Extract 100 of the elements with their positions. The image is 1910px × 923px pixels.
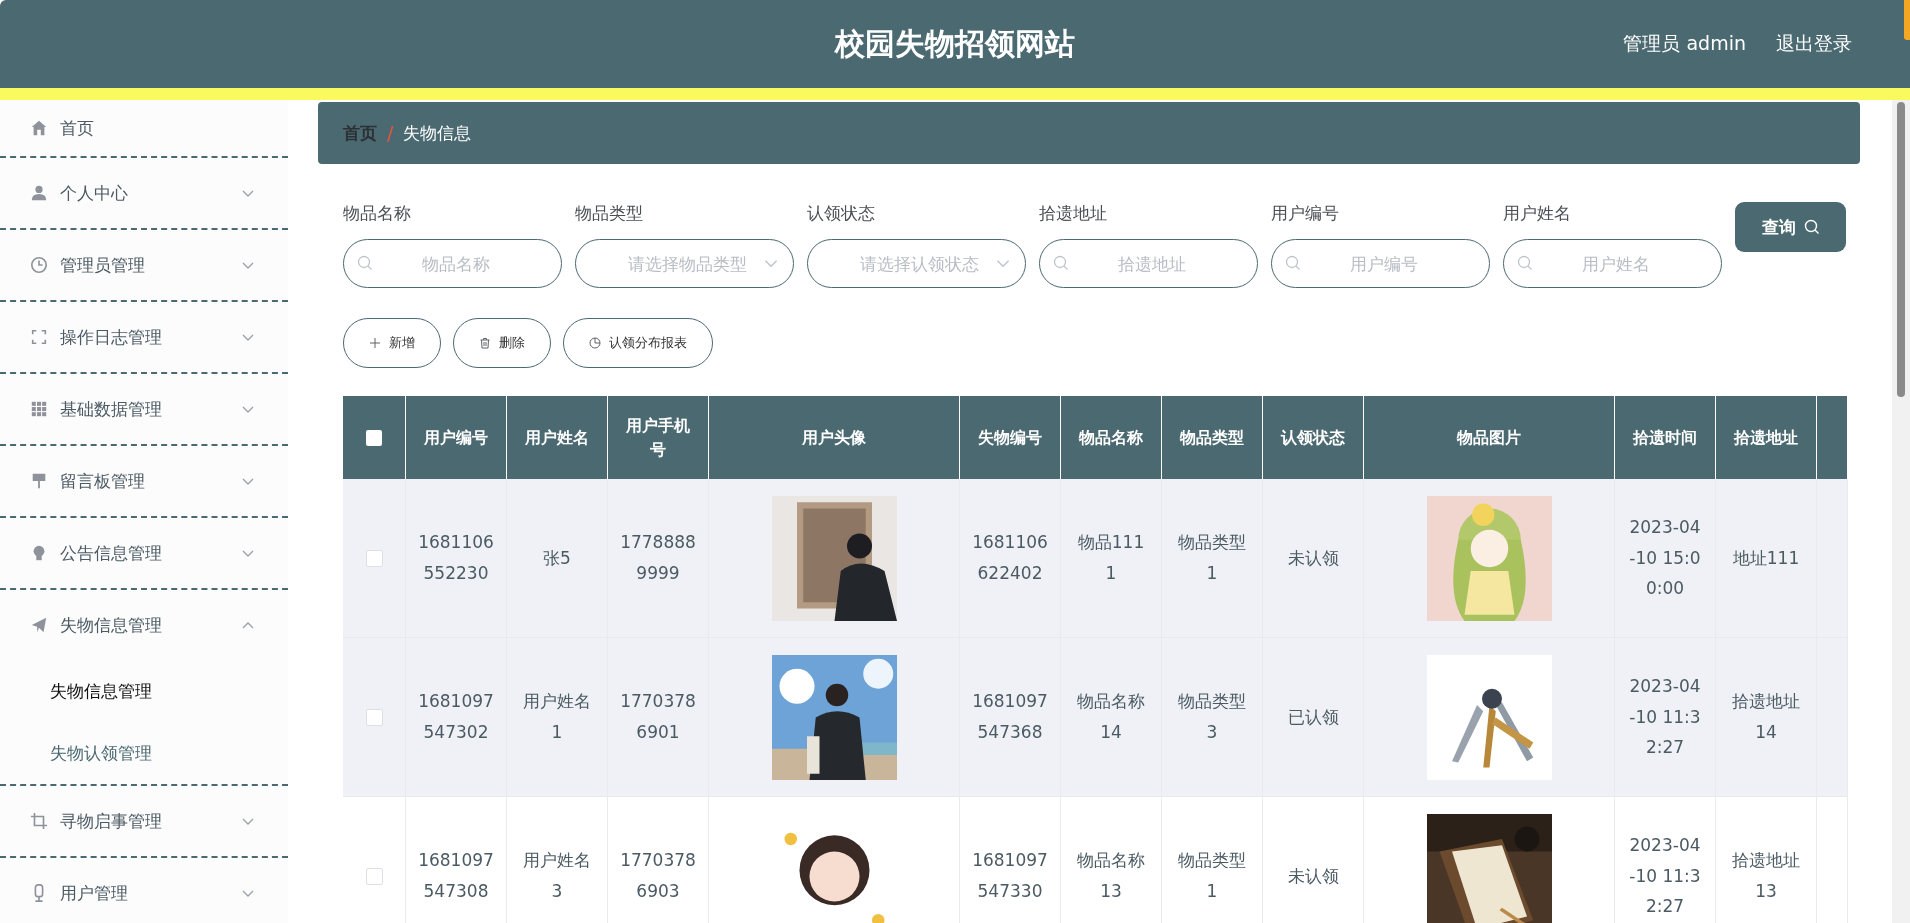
row-checkbox[interactable] [365, 550, 383, 568]
sidebar-item[interactable]: 首页 [0, 100, 288, 156]
trash-icon [479, 337, 491, 349]
table-cell: 17788889999 [620, 532, 696, 583]
frame-icon [30, 328, 48, 346]
grid-icon [30, 400, 48, 418]
chevron-icon [242, 405, 254, 413]
header-cell: 用户手机号 [607, 396, 709, 479]
sidebar-subitem[interactable]: 失物认领管理 [0, 722, 288, 784]
table-cell: 1681106622402 [972, 532, 1048, 583]
delete-button[interactable]: 删除 [453, 318, 551, 368]
search-button[interactable]: 查询 [1735, 202, 1846, 252]
sidebar-item[interactable]: 失物信息管理 [0, 590, 288, 660]
header-cell: 用户姓名 [506, 396, 608, 479]
filter-label: 拾遗地址 [1039, 202, 1108, 225]
chevron-icon [242, 261, 254, 269]
table-cell: 拾遗地址13 [1732, 850, 1800, 901]
chevron-icon [242, 477, 254, 485]
logout-link[interactable]: 退出登录 [1776, 31, 1852, 57]
table-cell: 17703786903 [620, 850, 696, 901]
select-field[interactable]: 请选择认领状态 [807, 239, 1026, 288]
chevron-icon [996, 259, 1010, 268]
table-cell: 物品名称13 [1077, 850, 1145, 901]
filter-label: 用户姓名 [1503, 202, 1572, 225]
corner-mark [1904, 0, 1910, 40]
table-cell: 物品1111 [1077, 532, 1145, 583]
sidebar-item[interactable]: 留言板管理 [0, 446, 288, 516]
header-cell: 用户头像 [708, 396, 960, 479]
pie-chart-icon [589, 337, 601, 349]
table-cell: 未认领 [1287, 547, 1339, 568]
plus-icon [369, 337, 381, 349]
table-cell: 拾遗地址14 [1732, 691, 1800, 742]
crop-icon [30, 812, 48, 830]
table-cell: 2023-04-10 15:00:00 [1629, 517, 1701, 599]
sidebar-item[interactable]: 个人中心 [0, 158, 288, 228]
header-cell: 认领状态 [1262, 396, 1364, 479]
table-cell: 1681097547302 [418, 691, 494, 742]
table-cell: 已认领 [1287, 706, 1339, 727]
table-cell: 未认领 [1287, 865, 1339, 886]
table-cell: 物品类型3 [1178, 691, 1246, 742]
header-cell: 用户编号 [405, 396, 507, 479]
table-cell: 物品类型1 [1178, 532, 1246, 583]
sidebar-item[interactable]: 公告信息管理 [0, 518, 288, 588]
clock-icon [30, 256, 48, 274]
filter-label: 物品名称 [343, 202, 412, 225]
sidebar-subitem[interactable]: 失物信息管理 [0, 660, 288, 722]
chevron-icon [242, 621, 254, 629]
sidebar-item[interactable]: 寻物启事管理 [0, 786, 288, 856]
table-cell: 用户姓名1 [523, 691, 591, 742]
chevron-icon [242, 333, 254, 341]
sidebar-item[interactable]: 管理员管理 [0, 230, 288, 300]
chevron-icon [242, 817, 254, 825]
sidebar-item[interactable]: 操作日志管理 [0, 302, 288, 372]
user-icon [30, 184, 48, 202]
chevron-icon [242, 889, 254, 897]
breadcrumb-link[interactable]: 失物信息 [403, 121, 472, 145]
search-icon [1517, 255, 1533, 271]
row-checkbox[interactable] [365, 868, 383, 886]
home-icon [30, 119, 48, 137]
search-field[interactable]: 用户编号 [1271, 239, 1490, 288]
select-field[interactable]: 请选择物品类型 [575, 239, 794, 288]
table-cell: 17703786901 [620, 691, 696, 742]
table-cell: 2023-04-10 11:32:27 [1629, 676, 1701, 758]
search-icon [357, 255, 373, 271]
header-cell: 拾遗时间 [1614, 396, 1716, 479]
table-cell: 张5 [543, 547, 571, 568]
search-field[interactable]: 用户姓名 [1503, 239, 1722, 288]
table-cell: 1681097547330 [972, 850, 1048, 901]
site-title: 校园失物招领网站 [835, 24, 1075, 63]
table-cell: 地址111 [1732, 547, 1800, 568]
scrollbar[interactable] [1892, 100, 1910, 923]
filter-label: 认领状态 [807, 202, 876, 225]
paper-plane-icon [30, 616, 48, 634]
sidebar-item[interactable]: 用户管理 [0, 858, 288, 923]
admin-label: 管理员 admin [1623, 31, 1746, 56]
report-button[interactable]: 认领分布报表 [563, 318, 713, 368]
row-checkbox[interactable] [365, 709, 383, 727]
brush-icon [30, 472, 48, 490]
chevron-icon [242, 189, 254, 197]
table-cell: 1681097547308 [418, 850, 494, 901]
header-cell: 拾遗地址 [1715, 396, 1817, 479]
search-field[interactable]: 物品名称 [343, 239, 562, 288]
table-cell: 物品名称14 [1077, 691, 1145, 742]
breadcrumb-separator: / [387, 122, 394, 144]
table-cell: 物品类型1 [1178, 850, 1246, 901]
chevron-icon [764, 259, 778, 268]
chevron-icon [242, 549, 254, 557]
filter-label: 物品类型 [575, 202, 644, 225]
header-cell: 物品名称 [1060, 396, 1162, 479]
table-cell: 2023-04-10 11:32:27 [1629, 835, 1701, 917]
table-cell: 用户姓名3 [523, 850, 591, 901]
sidebar-item[interactable]: 基础数据管理 [0, 374, 288, 444]
header-cell: 物品图片 [1363, 396, 1615, 479]
filter-label: 用户编号 [1271, 202, 1340, 225]
search-icon [1285, 255, 1301, 271]
table-cell: 1681097547368 [972, 691, 1048, 742]
header-cell: 物品类型 [1161, 396, 1263, 479]
select-all-checkbox[interactable] [366, 430, 382, 447]
add-button[interactable]: 新增 [343, 318, 441, 368]
search-field[interactable]: 拾遗地址 [1039, 239, 1258, 288]
